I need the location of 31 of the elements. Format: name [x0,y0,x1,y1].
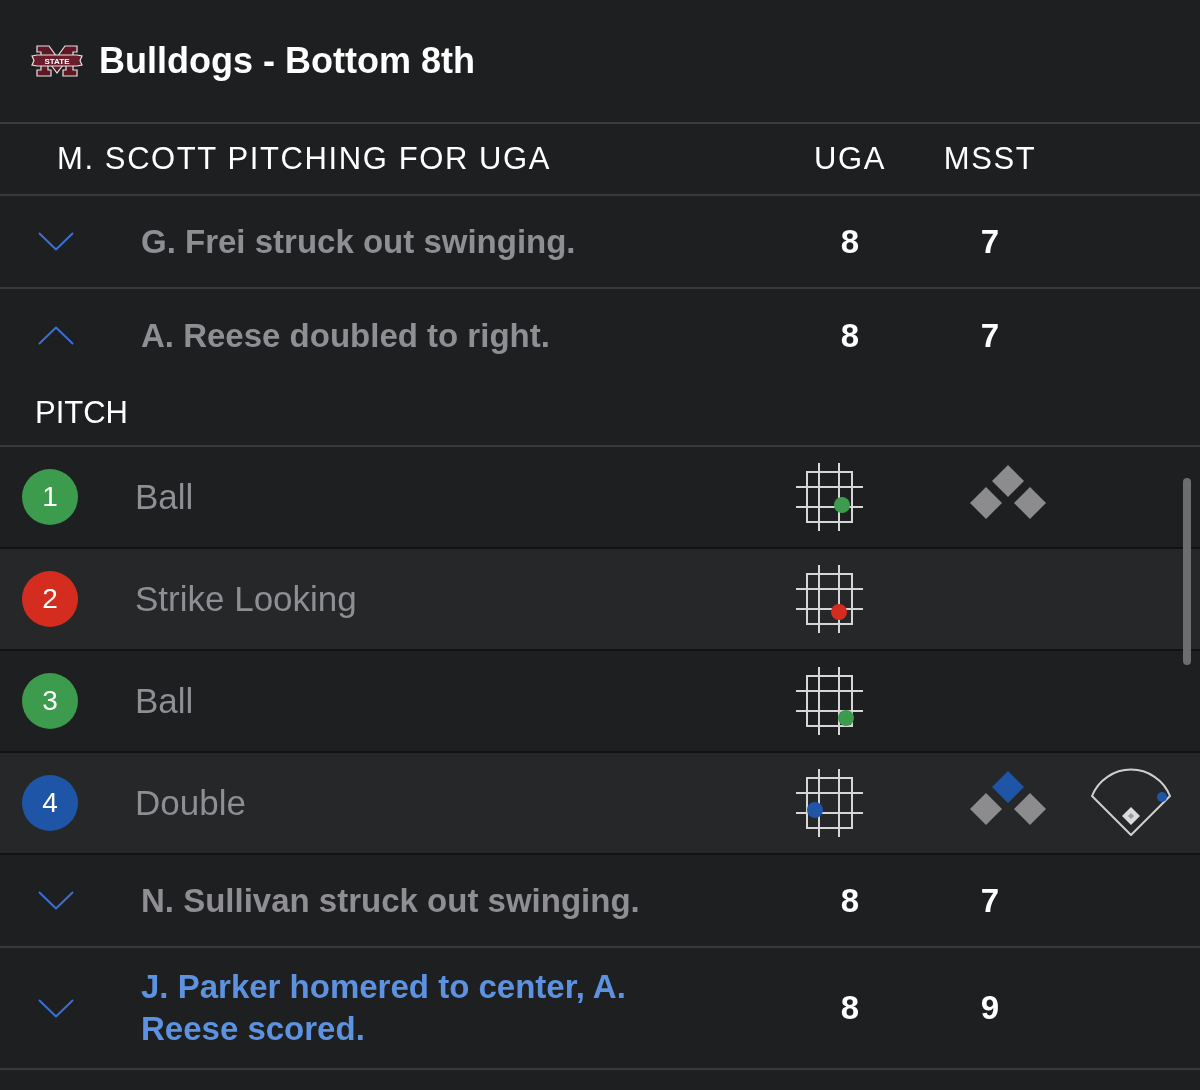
play-description: N. Sullivan struck out swinging. [141,880,640,921]
play-description: G. Frei struck out swinging. [141,221,576,262]
chevron-up-icon[interactable] [38,326,74,345]
pitcher-heading: M. SCOTT PITCHING FOR UGA [57,139,552,178]
pitch-result: Ball [135,679,194,722]
away-score: 8 [840,880,860,921]
away-team-heading: UGA [814,139,886,178]
home-score: 7 [980,315,1000,356]
play-description: J. Parker homered to center, A. Reese scored. [141,967,627,1049]
pitch-result: Ball [135,475,194,518]
away-score: 8 [840,315,860,356]
away-score: 8 [840,988,860,1029]
pitch-result: Strike Looking [135,577,357,620]
home-score: 9 [980,988,1000,1029]
home-score: 7 [980,880,1000,921]
scroll-thumb[interactable] [1183,478,1191,665]
away-score: 8 [840,221,860,262]
section-heading: PITCH [35,394,128,433]
pitch-number: 1 [22,469,78,525]
pitch-number: 2 [22,571,78,627]
chevron-down-icon[interactable] [38,891,74,910]
inning-title: Bulldogs - Bottom 8th [99,39,475,83]
home-score: 7 [980,221,1000,262]
home-team-heading: MSST [943,139,1037,178]
pitch-result: Double [135,781,246,824]
play-description: A. Reese doubled to right. [141,315,550,356]
pitch-number: 3 [22,673,78,729]
chevron-down-icon[interactable] [38,232,74,251]
pitch-number: 4 [22,775,78,831]
chevron-down-icon[interactable] [38,998,74,1018]
team-logo: STATE [31,44,83,78]
